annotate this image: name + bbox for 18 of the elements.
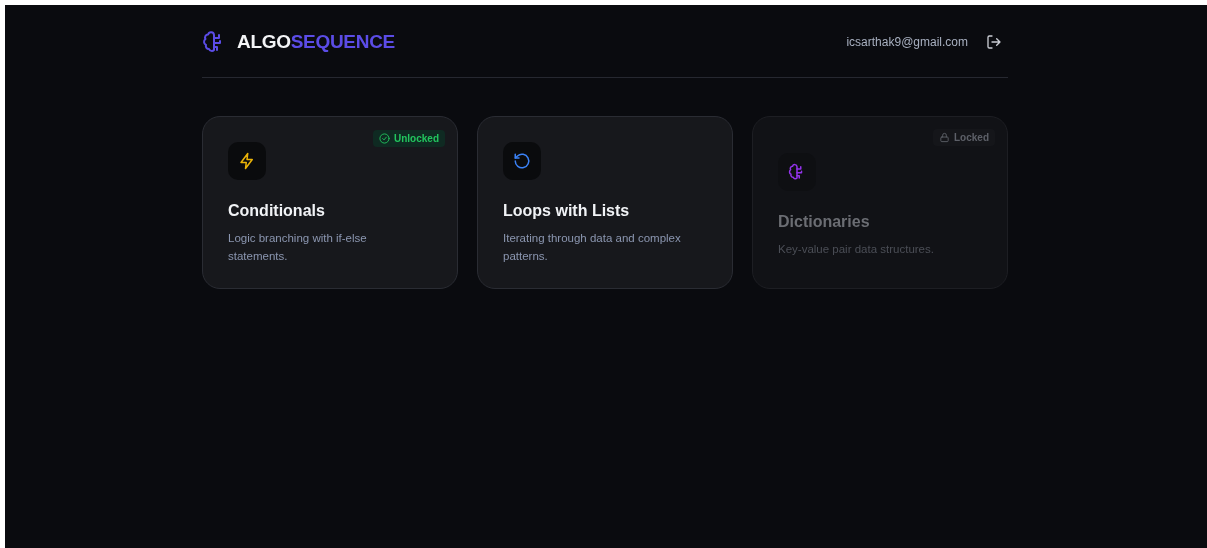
logout-icon[interactable] [986, 34, 1002, 50]
brand-name-accent: SEQUENCE [290, 31, 395, 53]
refresh-icon [513, 152, 531, 170]
status-badge: Unlocked [373, 130, 445, 147]
card-title: Dictionaries [778, 213, 871, 231]
lock-icon [939, 132, 950, 143]
lightning-icon [238, 152, 256, 170]
card-description: Logic branching with if-else statements. [228, 231, 368, 264]
card-description: Iterating through data and complex patterns. [503, 231, 682, 264]
card-description: Key-value pair data structures. [778, 242, 935, 257]
topic-card[interactable]: Unlocked Conditionals Logic branching with if-else statements. [202, 116, 458, 289]
brand-name: ALGO [237, 31, 291, 53]
user-email: icsarthak9@gmail.com [846, 35, 968, 49]
card-title: Conditionals [228, 202, 326, 220]
status-badge: Locked [933, 129, 995, 146]
check-circle-icon [379, 133, 390, 144]
card-title: Loops with Lists [503, 202, 631, 220]
topic-card[interactable]: Loops with Lists Iterating through data and complex patterns. [477, 116, 733, 289]
